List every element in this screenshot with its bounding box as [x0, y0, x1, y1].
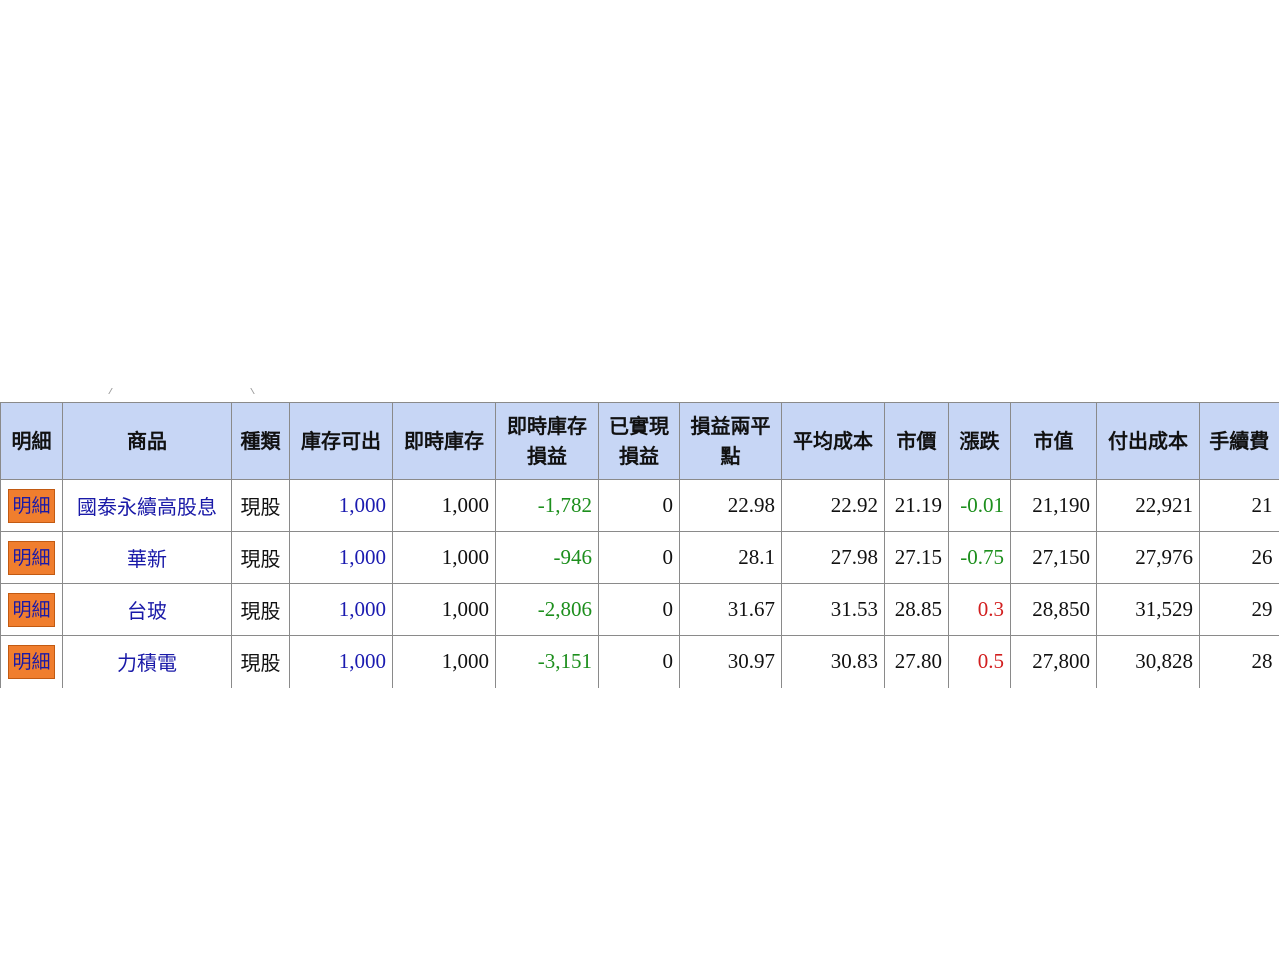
market-price-cell: 27.15 — [884, 531, 949, 584]
breakeven-cell: 30.97 — [679, 635, 782, 688]
header-breakeven: 損益兩平點 — [679, 402, 782, 480]
header-fee: 手續費 — [1199, 402, 1279, 480]
realtime-stock-cell: 1,000 — [392, 635, 496, 688]
realtime-pnl-cell: -2,806 — [495, 583, 599, 636]
change-cell: -0.75 — [948, 531, 1011, 584]
available-cell: 1,000 — [289, 531, 393, 584]
type-cell: 現股 — [231, 635, 290, 688]
market-price-cell: 21.19 — [884, 479, 949, 532]
realtime-pnl-cell: -3,151 — [495, 635, 599, 688]
change-cell: -0.01 — [948, 479, 1011, 532]
top-tick-marks — [0, 384, 1279, 400]
header-change: 漲跌 — [948, 402, 1011, 480]
breakeven-cell: 28.1 — [679, 531, 782, 584]
product-name-cell[interactable]: 力積電 — [62, 635, 232, 688]
detail-button[interactable]: 明細 — [8, 540, 55, 575]
header-type: 種類 — [231, 402, 290, 480]
header-realtime-stock: 即時庫存 — [392, 402, 496, 480]
avg-cost-cell: 27.98 — [781, 531, 885, 584]
fee-cell: 26 — [1199, 531, 1279, 584]
product-name-cell[interactable]: 國泰永續高股息 — [62, 479, 232, 532]
available-cell: 1,000 — [289, 583, 393, 636]
table-row: 明細 力積電 現股 1,000 1,000 -3,151 0 30.97 30.83 27.80 0… — [0, 635, 1279, 688]
header-market-value: 市值 — [1010, 402, 1097, 480]
available-cell: 1,000 — [289, 635, 393, 688]
market-value-cell: 27,800 — [1010, 635, 1097, 688]
detail-cell: 明細 — [0, 635, 63, 688]
table-row: 明細 台玻 現股 1,000 1,000 -2,806 0 31.67 31.53 28.85 0.… — [0, 583, 1279, 636]
realized-pnl-cell: 0 — [598, 531, 680, 584]
realized-pnl-cell: 0 — [598, 635, 680, 688]
detail-button[interactable]: 明細 — [8, 644, 55, 679]
product-name-cell[interactable]: 台玻 — [62, 583, 232, 636]
breakeven-cell: 22.98 — [679, 479, 782, 532]
realized-pnl-cell: 0 — [598, 583, 680, 636]
market-price-cell: 27.80 — [884, 635, 949, 688]
detail-cell: 明細 — [0, 479, 63, 532]
detail-button[interactable]: 明細 — [8, 592, 55, 627]
avg-cost-cell: 22.92 — [781, 479, 885, 532]
realtime-stock-cell: 1,000 — [392, 583, 496, 636]
header-product: 商品 — [62, 402, 232, 480]
realtime-pnl-cell: -1,782 — [495, 479, 599, 532]
header-market-price: 市價 — [884, 402, 949, 480]
detail-cell: 明細 — [0, 583, 63, 636]
available-cell: 1,000 — [289, 479, 393, 532]
tick-mark — [108, 388, 117, 394]
realized-pnl-cell: 0 — [598, 479, 680, 532]
paid-cost-cell: 31,529 — [1096, 583, 1200, 636]
market-price-cell: 28.85 — [884, 583, 949, 636]
change-cell: 0.5 — [948, 635, 1011, 688]
fee-cell: 28 — [1199, 635, 1279, 688]
realtime-stock-cell: 1,000 — [392, 531, 496, 584]
type-cell: 現股 — [231, 583, 290, 636]
market-value-cell: 21,190 — [1010, 479, 1097, 532]
paid-cost-cell: 22,921 — [1096, 479, 1200, 532]
fee-cell: 21 — [1199, 479, 1279, 532]
paid-cost-cell: 27,976 — [1096, 531, 1200, 584]
header-row: 明細 商品 種類 庫存可出 即時庫存 即時庫存 損益 已實現 損益 損益兩平點平均成本 市價 漲跌 市值… — [0, 402, 1279, 480]
paid-cost-cell: 30,828 — [1096, 635, 1200, 688]
type-cell: 現股 — [231, 479, 290, 532]
header-detail: 明細 — [0, 402, 63, 480]
realtime-stock-cell: 1,000 — [392, 479, 496, 532]
type-cell: 現股 — [231, 531, 290, 584]
header-avg-cost: 平均成本 — [781, 402, 885, 480]
detail-button[interactable]: 明細 — [8, 488, 55, 523]
table-row: 明細 華新 現股 1,000 1,000 -946 0 28.1 27.98 27.15 -0.75… — [0, 531, 1279, 584]
header-available: 庫存可出 — [289, 402, 393, 480]
table-header: 明細 商品 種類 庫存可出 即時庫存 即時庫存 損益 已實現 損益 損益兩平點平均成本 市價 漲跌 市值… — [0, 402, 1279, 480]
header-realtime-pnl: 即時庫存 損益 — [495, 402, 599, 480]
tick-mark — [250, 388, 259, 394]
table-body: 明細 國泰永續高股息 現股 1,000 1,000 -1,782 0 22.98 22.92 21… — [0, 479, 1279, 688]
market-value-cell: 27,150 — [1010, 531, 1097, 584]
header-realized-pnl: 已實現 損益 — [598, 402, 680, 480]
fee-cell: 29 — [1199, 583, 1279, 636]
holdings-table: 明細 商品 種類 庫存可出 即時庫存 即時庫存 損益 已實現 損益 損益兩平點平均成本 市價 漲跌 市值… — [0, 402, 1279, 688]
breakeven-cell: 31.67 — [679, 583, 782, 636]
market-value-cell: 28,850 — [1010, 583, 1097, 636]
change-cell: 0.3 — [948, 583, 1011, 636]
realtime-pnl-cell: -946 — [495, 531, 599, 584]
table-row: 明細 國泰永續高股息 現股 1,000 1,000 -1,782 0 22.98 22.92 21… — [0, 479, 1279, 532]
product-name-cell[interactable]: 華新 — [62, 531, 232, 584]
detail-cell: 明細 — [0, 531, 63, 584]
avg-cost-cell: 30.83 — [781, 635, 885, 688]
header-paid-cost: 付出成本 — [1096, 402, 1200, 480]
avg-cost-cell: 31.53 — [781, 583, 885, 636]
